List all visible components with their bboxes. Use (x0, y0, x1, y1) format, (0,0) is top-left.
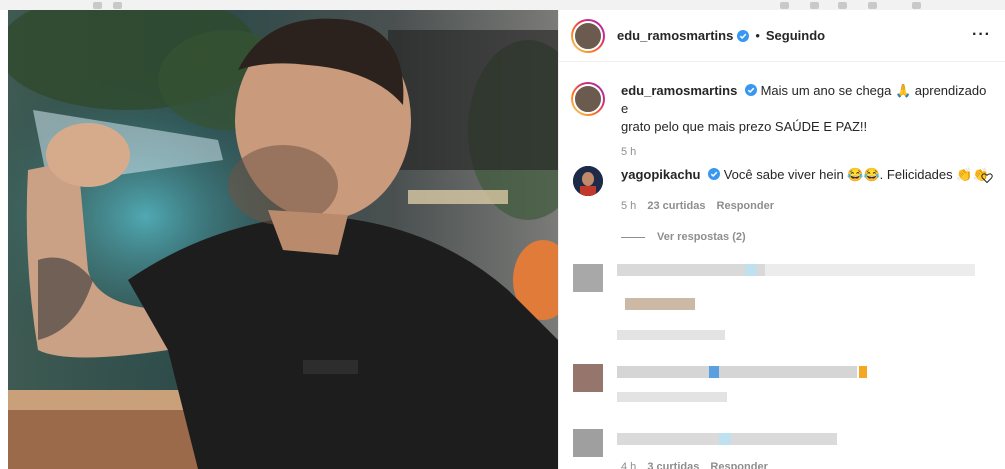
post-side-panel: edu_ramosmartins • Seguindo ··· edu_ramo… (558, 10, 1005, 469)
post-header: edu_ramosmartins • Seguindo ··· (559, 10, 1005, 62)
browser-toolbar-strip (0, 0, 1005, 10)
comment-body: Você sabe viver hein 😂😂. Felicidades 👏👏 (723, 167, 989, 182)
obscured-text (617, 366, 857, 378)
obscured-text (765, 264, 975, 276)
obscured-emoji (709, 366, 719, 378)
comment-text: yagopikachu Você sabe viver hein 😂😂. Fel… (621, 166, 993, 184)
separator-dot: • (755, 28, 760, 43)
like-comment-heart-icon[interactable] (981, 172, 993, 184)
reply-button[interactable]: Responder (710, 461, 767, 469)
caption-author-avatar[interactable] (571, 82, 605, 116)
caption-text: edu_ramosmartins Mais um ano se chega 🙏 … (621, 82, 991, 136)
replies-divider-line (621, 236, 645, 238)
verified-badge-icon (737, 29, 750, 42)
toolbar-icon[interactable] (868, 2, 877, 9)
caption-line-2: grato pelo que mais prezo SAÚDE E PAZ!! (621, 119, 868, 134)
comment-timestamp[interactable]: 4 h (621, 461, 636, 469)
commenter-avatar[interactable] (573, 166, 603, 196)
reply-button[interactable]: Responder (717, 200, 774, 212)
comment-item: yagopikachu Você sabe viver hein 😂😂. Fel… (573, 166, 993, 212)
obscured-meta (617, 392, 727, 402)
more-options-icon[interactable]: ··· (972, 26, 991, 44)
obscured-emoji (719, 433, 731, 445)
obscured-emoji (745, 264, 757, 276)
view-replies-label[interactable]: Ver respostas (2) (657, 231, 746, 243)
following-button[interactable]: Seguindo (766, 28, 825, 43)
toolbar-icon[interactable] (838, 2, 847, 9)
toolbar-avatar[interactable] (912, 2, 921, 9)
toolbar-icon[interactable] (113, 2, 122, 9)
obscured-emoji (859, 366, 867, 378)
caption-timestamp[interactable]: 5 h (621, 146, 991, 158)
author-username[interactable]: edu_ramosmartins (617, 28, 733, 43)
view-replies-button[interactable]: Ver respostas (2) (621, 231, 746, 243)
caption-author-username[interactable]: edu_ramosmartins (621, 83, 737, 98)
obscured-avatar (573, 429, 603, 457)
comment-likes-count[interactable]: 23 curtidas (647, 200, 705, 212)
obscured-comment (559, 358, 1005, 418)
comment-meta: 5 h 23 curtidas Responder (621, 200, 993, 212)
post-photo[interactable] (8, 10, 558, 469)
obscured-emoji-row (625, 298, 695, 310)
obscured-meta (617, 330, 725, 340)
comment-timestamp[interactable]: 5 h (621, 200, 636, 212)
obscured-avatar (573, 264, 603, 292)
last-comment-meta: 4 h 3 curtidas Responder (621, 461, 776, 469)
post-caption: edu_ramosmartins Mais um ano se chega 🙏 … (571, 82, 991, 158)
verified-badge-icon (744, 84, 757, 96)
toolbar-icon[interactable] (810, 2, 819, 9)
comment-likes-count[interactable]: 3 curtidas (647, 461, 699, 469)
obscured-avatar (573, 364, 603, 392)
obscured-comment (559, 260, 1005, 350)
commenter-username[interactable]: yagopikachu (621, 167, 700, 182)
toolbar-icon[interactable] (93, 2, 102, 9)
toolbar-icon[interactable] (780, 2, 789, 9)
author-avatar[interactable] (571, 18, 605, 53)
verified-badge-icon (708, 168, 721, 180)
